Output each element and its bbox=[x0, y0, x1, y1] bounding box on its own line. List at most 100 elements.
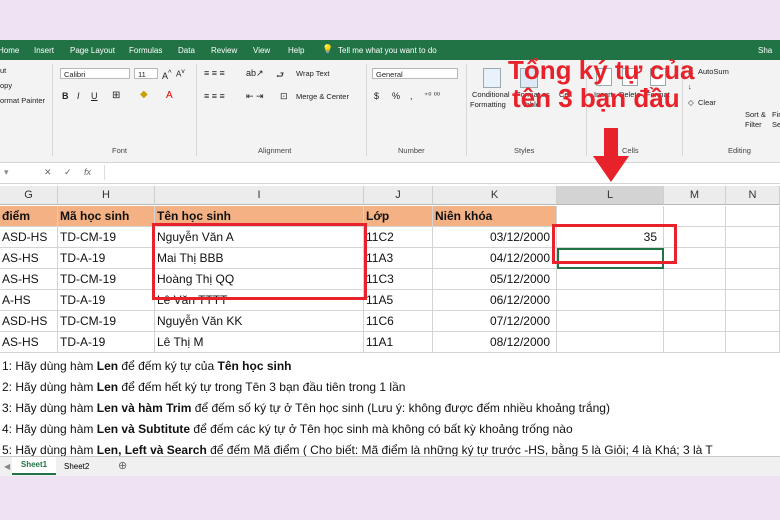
tell-me-search[interactable]: Tell me what you want to do bbox=[338, 46, 437, 55]
tab-help[interactable]: Help bbox=[288, 46, 304, 55]
indent-icon[interactable]: ⇤ ⇥ bbox=[246, 91, 264, 102]
table-cell[interactable]: Lê Thị M bbox=[155, 332, 364, 353]
increase-decimal-icon[interactable]: ⁺⁰ ⁰⁰ bbox=[424, 91, 440, 100]
tab-page-layout[interactable]: Page Layout bbox=[70, 46, 115, 55]
copy-button[interactable]: opy bbox=[0, 81, 12, 90]
number-format-select[interactable]: General bbox=[372, 68, 458, 79]
conditional-formatting-button[interactable]: Conditional bbox=[472, 90, 510, 99]
percent-button[interactable]: % bbox=[392, 91, 400, 101]
header-cell-lop[interactable]: Lớp bbox=[364, 206, 433, 227]
table-cell[interactable] bbox=[726, 269, 780, 290]
underline-button[interactable]: U bbox=[91, 91, 98, 101]
add-sheet-button[interactable]: ⊕ bbox=[118, 459, 127, 472]
autosum-button[interactable]: AutoSum bbox=[698, 67, 729, 76]
tab-home[interactable]: Home bbox=[0, 46, 19, 55]
column-header-i[interactable]: I bbox=[155, 186, 364, 205]
orientation-icon[interactable]: ab↗ bbox=[246, 68, 264, 79]
table-cell[interactable]: TD-CM-19 bbox=[58, 311, 155, 332]
borders-icon[interactable]: ⊞ bbox=[112, 90, 120, 101]
header-cell-ma-hoc-sinh[interactable]: Mã học sinh bbox=[58, 206, 155, 227]
comma-button[interactable]: , bbox=[410, 91, 413, 101]
table-cell[interactable] bbox=[557, 311, 664, 332]
tab-view[interactable]: View bbox=[253, 46, 270, 55]
font-color-icon[interactable]: A bbox=[166, 90, 173, 101]
header-cell-nien-khoa[interactable]: Niên khóa bbox=[433, 206, 557, 227]
tab-data[interactable]: Data bbox=[178, 46, 195, 55]
column-header-m[interactable]: M bbox=[664, 186, 726, 205]
merge-center-button[interactable]: Merge & Center bbox=[296, 92, 349, 101]
table-cell[interactable]: 04/12/2000 bbox=[433, 248, 557, 269]
table-cell[interactable] bbox=[664, 311, 726, 332]
table-cell[interactable] bbox=[726, 248, 780, 269]
column-header-n[interactable]: N bbox=[726, 186, 780, 205]
table-cell[interactable]: AS-HS bbox=[0, 269, 58, 290]
cut-button[interactable]: ut bbox=[0, 66, 6, 75]
clear-button[interactable]: Clear bbox=[698, 98, 716, 107]
insert-function-button[interactable]: fx bbox=[84, 167, 91, 177]
header-cell-diem[interactable]: điểm bbox=[0, 206, 58, 227]
column-header-l[interactable]: L bbox=[557, 186, 664, 205]
table-cell[interactable]: TD-A-19 bbox=[58, 248, 155, 269]
column-header-h[interactable]: H bbox=[58, 186, 155, 205]
cell-n2[interactable] bbox=[726, 206, 780, 227]
bold-button[interactable]: B bbox=[62, 91, 69, 101]
clear-icon[interactable]: ◇ bbox=[688, 98, 694, 107]
share-button[interactable]: Sha bbox=[758, 46, 772, 55]
table-cell[interactable] bbox=[664, 332, 726, 353]
column-header-j[interactable]: J bbox=[364, 186, 433, 205]
table-cell[interactable]: 08/12/2000 bbox=[433, 332, 557, 353]
find-select-button[interactable]: Find & bbox=[772, 110, 780, 119]
table-cell[interactable]: AS-HS bbox=[0, 332, 58, 353]
table-cell[interactable]: 11C6 bbox=[364, 311, 433, 332]
formula-input[interactable] bbox=[104, 165, 779, 180]
table-cell[interactable]: TD-CM-19 bbox=[58, 269, 155, 290]
table-cell[interactable]: 11A5 bbox=[364, 290, 433, 311]
table-cell[interactable] bbox=[557, 332, 664, 353]
table-cell[interactable]: 11A1 bbox=[364, 332, 433, 353]
tab-insert[interactable]: Insert bbox=[34, 46, 54, 55]
column-header-k[interactable]: K bbox=[433, 186, 557, 205]
table-cell[interactable] bbox=[557, 269, 664, 290]
table-cell[interactable]: TD-A-19 bbox=[58, 290, 155, 311]
tab-review[interactable]: Review bbox=[211, 46, 237, 55]
table-cell[interactable]: TD-CM-19 bbox=[58, 227, 155, 248]
table-cell[interactable] bbox=[664, 290, 726, 311]
table-cell[interactable]: ASD-HS bbox=[0, 227, 58, 248]
fill-color-icon[interactable]: ◆ bbox=[140, 89, 148, 100]
decrease-font-icon[interactable]: Av bbox=[176, 68, 185, 79]
sort-filter-button[interactable]: Sort & bbox=[745, 110, 766, 119]
table-cell[interactable] bbox=[664, 269, 726, 290]
table-cell[interactable]: AS-HS bbox=[0, 248, 58, 269]
sheet-tab-sheet1[interactable]: Sheet1 bbox=[12, 457, 56, 475]
table-cell[interactable]: 07/12/2000 bbox=[433, 311, 557, 332]
align-left-icon[interactable]: ≡ ≡ ≡ bbox=[204, 91, 225, 101]
table-cell[interactable] bbox=[726, 332, 780, 353]
tab-formulas[interactable]: Formulas bbox=[129, 46, 162, 55]
enter-formula-button[interactable]: ✓ bbox=[64, 167, 72, 178]
font-name-select[interactable]: Calibri bbox=[60, 68, 130, 79]
column-header-g[interactable]: G bbox=[0, 186, 58, 205]
table-cell[interactable]: ASD-HS bbox=[0, 311, 58, 332]
table-cell[interactable]: 03/12/2000 bbox=[433, 227, 557, 248]
format-painter-button[interactable]: ormat Painter bbox=[0, 96, 45, 105]
table-cell[interactable]: A-HS bbox=[0, 290, 58, 311]
table-cell[interactable] bbox=[557, 290, 664, 311]
align-top-icon[interactable]: ≡ ≡ ≡ bbox=[204, 68, 225, 78]
table-cell[interactable] bbox=[726, 311, 780, 332]
table-cell[interactable] bbox=[726, 227, 780, 248]
increase-font-icon[interactable]: A^ bbox=[162, 68, 172, 81]
cancel-formula-button[interactable]: ✕ bbox=[44, 167, 52, 178]
currency-button[interactable]: $ bbox=[374, 91, 379, 101]
italic-button[interactable]: I bbox=[77, 91, 80, 101]
table-cell[interactable]: 11C3 bbox=[364, 269, 433, 290]
table-cell[interactable]: 05/12/2000 bbox=[433, 269, 557, 290]
sheet-tab-sheet2[interactable]: Sheet2 bbox=[64, 462, 89, 471]
table-cell[interactable] bbox=[726, 290, 780, 311]
conditional-formatting-icon[interactable] bbox=[483, 68, 501, 88]
table-cell[interactable]: Nguyễn Văn KK bbox=[155, 311, 364, 332]
table-cell[interactable]: 06/12/2000 bbox=[433, 290, 557, 311]
table-cell[interactable]: 11C2 bbox=[364, 227, 433, 248]
wrap-text-icon[interactable]: ⮐ bbox=[276, 68, 284, 84]
wrap-text-button[interactable]: Wrap Text bbox=[296, 69, 330, 78]
table-cell[interactable]: TD-A-19 bbox=[58, 332, 155, 353]
